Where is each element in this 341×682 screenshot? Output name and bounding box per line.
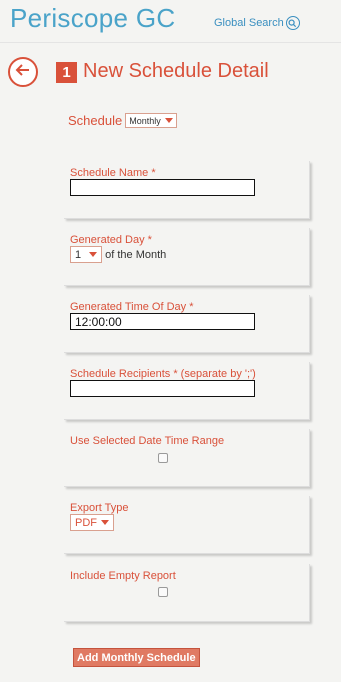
generated-day-suffix: of the Month — [105, 248, 167, 261]
header-divider — [0, 42, 341, 43]
include-empty-card: Include Empty Report — [64, 564, 310, 622]
schedule-label: Schedule — [68, 113, 123, 128]
generated-time-label: Generated Time Of Day * — [70, 301, 194, 313]
export-type-select[interactable]: PDF — [70, 514, 114, 531]
back-button[interactable] — [8, 57, 38, 87]
include-empty-label: Include Empty Report — [70, 570, 176, 582]
chevron-down-icon — [101, 520, 109, 525]
generated-day-select[interactable]: 1 — [70, 246, 103, 263]
date-range-card: Use Selected Date Time Range — [64, 429, 310, 487]
page-title: New Schedule Detail — [83, 60, 269, 82]
arrow-left-icon — [14, 61, 32, 84]
export-type-card: Export Type PDF — [64, 496, 310, 554]
global-search-label: Global Search — [214, 17, 284, 29]
schedule-name-input[interactable] — [70, 179, 255, 196]
schedule-name-card: Schedule Name * — [64, 161, 310, 219]
export-type-label: Export Type — [70, 502, 129, 514]
add-schedule-button[interactable]: Add Monthly Schedule — [73, 648, 200, 667]
generated-day-card: Generated Day * 1 of the Month — [64, 228, 310, 286]
date-range-checkbox[interactable] — [158, 453, 168, 463]
date-range-label: Use Selected Date Time Range — [70, 435, 225, 447]
schedule-frequency-row: Schedule Monthly — [68, 113, 177, 128]
recipients-label: Schedule Recipients * (separate by ';') — [70, 368, 256, 380]
step-badge: 1 — [56, 62, 77, 83]
schedule-frequency-value: Monthly — [129, 115, 161, 126]
schedule-frequency-select[interactable]: Monthly — [125, 113, 177, 128]
schedule-name-label: Schedule Name * — [70, 167, 156, 179]
generated-time-input[interactable] — [70, 313, 255, 330]
recipients-input[interactable] — [70, 380, 255, 397]
generated-day-value: 1 — [75, 248, 82, 261]
app-title: Periscope GC — [10, 3, 176, 33]
chevron-down-icon — [89, 252, 98, 257]
export-type-value: PDF — [75, 516, 97, 529]
search-icon — [285, 16, 300, 30]
global-search-link[interactable]: Global Search — [214, 16, 300, 30]
app-header: Periscope GC Global Search — [0, 0, 341, 42]
include-empty-checkbox[interactable] — [158, 587, 168, 597]
recipients-card: Schedule Recipients * (separate by ';') — [64, 362, 310, 420]
generated-time-card: Generated Time Of Day * — [64, 295, 310, 353]
chevron-down-icon — [164, 118, 173, 123]
generated-day-row: 1 of the Month — [70, 246, 166, 263]
generated-day-label: Generated Day * — [70, 234, 152, 246]
